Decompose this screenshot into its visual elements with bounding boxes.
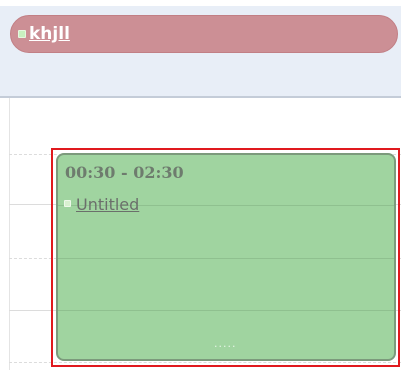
event-bullet-icon	[18, 30, 26, 38]
timed-event[interactable]: 00:30 - 02:30 Untitled .....	[56, 153, 396, 361]
all-day-event-title[interactable]: khjll	[29, 23, 70, 45]
all-day-event[interactable]: khjll	[10, 15, 398, 53]
event-grid-line	[58, 310, 394, 311]
all-day-events-area: khjll	[0, 0, 401, 98]
event-grid-line	[58, 258, 394, 259]
grid-column-divider	[9, 98, 10, 370]
event-resize-handle[interactable]: .....	[214, 338, 236, 349]
event-bullet-icon	[64, 200, 71, 207]
event-time-range: 00:30 - 02:30	[65, 163, 184, 182]
event-title[interactable]: Untitled	[76, 195, 139, 215]
